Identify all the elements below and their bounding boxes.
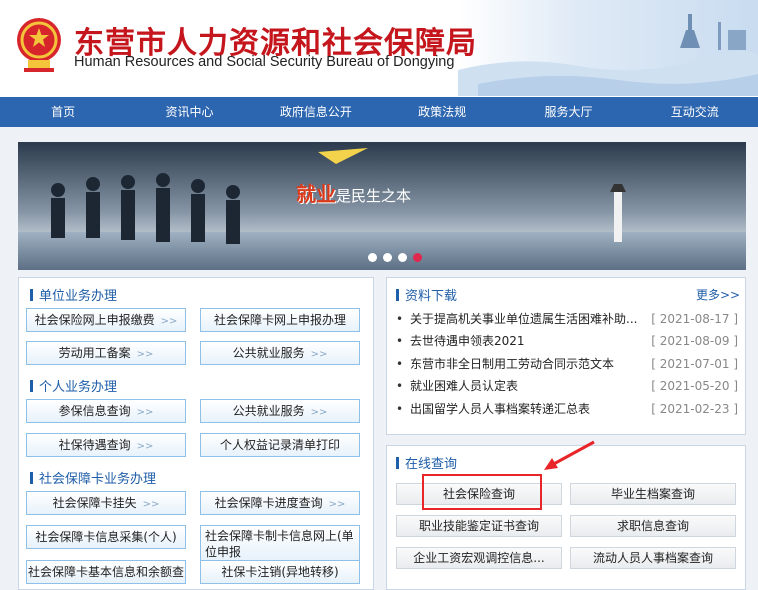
btn-social-insurance-declare[interactable]: 社会保险网上申报缴费 >>: [26, 308, 186, 332]
carousel-dot-3[interactable]: [398, 253, 407, 262]
download-title[interactable]: 就业困难人员认定表: [410, 375, 640, 397]
btn-label: 社保卡注销(异地转移): [221, 565, 339, 579]
btn-label: 社会保障卡信息采集(个人): [35, 530, 177, 544]
btn-label: 社会保障卡基本信息和余额查: [27, 565, 184, 579]
arrow-icon: >>: [142, 499, 160, 510]
national-emblem-icon: [17, 18, 61, 72]
btn-benefit-query[interactable]: 社保待遇查询 >>: [26, 433, 186, 457]
btn-label: 社会保障卡进度查询: [214, 496, 323, 510]
btn-label: 社会保障卡制卡信息网上(单位申报: [205, 529, 354, 559]
carousel-dots: [368, 253, 422, 262]
download-date: [ 2021-02-23 ]: [651, 402, 738, 416]
nav-news[interactable]: 资讯中心: [126, 97, 252, 127]
bullet-icon: •: [396, 334, 404, 348]
arrow-icon: >>: [310, 407, 328, 418]
btn-card-cancel[interactable]: 社保卡注销(异地转移): [200, 560, 360, 584]
arrow-icon: >>: [136, 349, 154, 360]
btn-label: 社保待遇查询: [58, 438, 131, 452]
btn-card-progress-query[interactable]: 社会保障卡进度查询 >>: [200, 491, 360, 515]
download-date: [ 2021-08-09 ]: [651, 334, 738, 348]
download-date: [ 2021-07-01 ]: [651, 357, 738, 371]
nav-gov-info[interactable]: 政府信息公开: [253, 97, 379, 127]
arrow-icon: >>: [310, 349, 328, 360]
btn-label: 社会保障卡挂失: [52, 496, 137, 510]
btn-card-info-collect[interactable]: 社会保障卡信息采集(个人): [26, 525, 186, 549]
btn-label: 参保信息查询: [58, 404, 131, 418]
btn-job-info-query[interactable]: 求职信息查询: [570, 515, 736, 537]
carousel-dot-1[interactable]: [368, 253, 377, 262]
list-item[interactable]: • 就业困难人员认定表 [ 2021-05-20 ]: [396, 375, 742, 397]
nav-home[interactable]: 首页: [0, 97, 126, 127]
bullet-icon: •: [396, 312, 404, 326]
btn-insured-info-query[interactable]: 参保信息查询 >>: [26, 399, 186, 423]
main-navigation: 首页 资讯中心 政府信息公开 政策法规 服务大厅 互动交流: [0, 97, 758, 127]
carousel-dot-4[interactable]: [413, 253, 422, 262]
btn-labor-record[interactable]: 劳动用工备案 >>: [26, 341, 186, 365]
arrow-icon: >>: [136, 441, 154, 452]
arrow-icon: >>: [328, 499, 346, 510]
section-title-personal: 个人业务办理: [30, 376, 117, 395]
download-title[interactable]: 去世待遇申领表2021: [410, 330, 640, 352]
btn-rights-record-print[interactable]: 个人权益记录清单打印: [200, 433, 360, 457]
arrow-icon: >>: [136, 407, 154, 418]
site-header: 东营市人力资源和社会保障局 Human Resources and Social…: [0, 0, 758, 96]
section-title-query: 在线查询: [396, 453, 457, 472]
btn-card-unit-declare[interactable]: 社会保障卡制卡信息网上(单位申报: [200, 525, 360, 561]
banner-slogan-sub: 是民生之本: [336, 187, 412, 205]
list-item[interactable]: • 关于提高机关事业单位遗属生活困难补助... [ 2021-08-17 ]: [396, 308, 742, 330]
btn-graduate-archive-query[interactable]: 毕业生档案查询: [570, 483, 736, 505]
hero-banner[interactable]: 就业是民生之本: [18, 142, 746, 270]
download-title[interactable]: 关于提高机关事业单位遗属生活困难补助...: [410, 308, 640, 330]
btn-card-online-apply[interactable]: 社会保障卡网上申报办理: [200, 308, 360, 332]
nav-interaction[interactable]: 互动交流: [632, 97, 758, 127]
download-date: [ 2021-05-20 ]: [651, 379, 738, 393]
nav-policy[interactable]: 政策法规: [379, 97, 505, 127]
download-title[interactable]: 东营市非全日制用工劳动合同示范文本: [410, 353, 640, 375]
btn-card-balance-query[interactable]: 社会保障卡基本信息和余额查: [26, 560, 186, 584]
red-arrow-icon: [544, 440, 595, 470]
more-link[interactable]: 更多>>: [696, 286, 740, 303]
site-title-english: Human Resources and Social Security Bure…: [74, 54, 455, 70]
btn-public-employment-2[interactable]: 公共就业服务 >>: [200, 399, 360, 423]
list-item[interactable]: • 出国留学人员人事档案转递汇总表 [ 2021-02-23 ]: [396, 398, 742, 420]
download-title[interactable]: 出国留学人员人事档案转递汇总表: [410, 398, 640, 420]
btn-card-loss-report[interactable]: 社会保障卡挂失 >>: [26, 491, 186, 515]
download-date: [ 2021-08-17 ]: [651, 312, 738, 326]
bullet-icon: •: [396, 379, 404, 393]
section-title-unit: 单位业务办理: [30, 285, 117, 304]
btn-label: 公共就业服务: [232, 404, 305, 418]
bullet-icon: •: [396, 357, 404, 371]
skyline-decoration: [458, 14, 758, 96]
list-item[interactable]: • 东营市非全日制用工劳动合同示范文本 [ 2021-07-01 ]: [396, 353, 742, 375]
btn-floating-archive-query[interactable]: 流动人员人事档案查询: [570, 547, 736, 569]
nav-service-hall[interactable]: 服务大厅: [505, 97, 631, 127]
banner-slogan-main: 就业: [296, 182, 336, 206]
btn-label: 社会保障卡网上申报办理: [213, 313, 346, 327]
bullet-icon: •: [396, 402, 404, 416]
btn-label: 社会保险网上申报缴费: [34, 313, 155, 327]
btn-public-employment-1[interactable]: 公共就业服务 >>: [200, 341, 360, 365]
btn-label: 公共就业服务: [232, 346, 305, 360]
highlight-box: [422, 474, 542, 510]
list-item[interactable]: • 去世待遇申领表2021 [ 2021-08-09 ]: [396, 330, 742, 352]
btn-label: 劳动用工备案: [58, 346, 131, 360]
btn-skill-certificate-query[interactable]: 职业技能鉴定证书查询: [396, 515, 562, 537]
banner-slogan: 就业是民生之本: [296, 178, 411, 207]
btn-label: 个人权益记录清单打印: [219, 438, 340, 452]
section-title-card: 社会保障卡业务办理: [30, 468, 156, 487]
btn-wage-macro-query[interactable]: 企业工资宏观调控信息...: [396, 547, 562, 569]
carousel-dot-2[interactable]: [383, 253, 392, 262]
arrow-icon: >>: [160, 316, 178, 327]
section-title-downloads: 资料下载: [396, 285, 457, 304]
